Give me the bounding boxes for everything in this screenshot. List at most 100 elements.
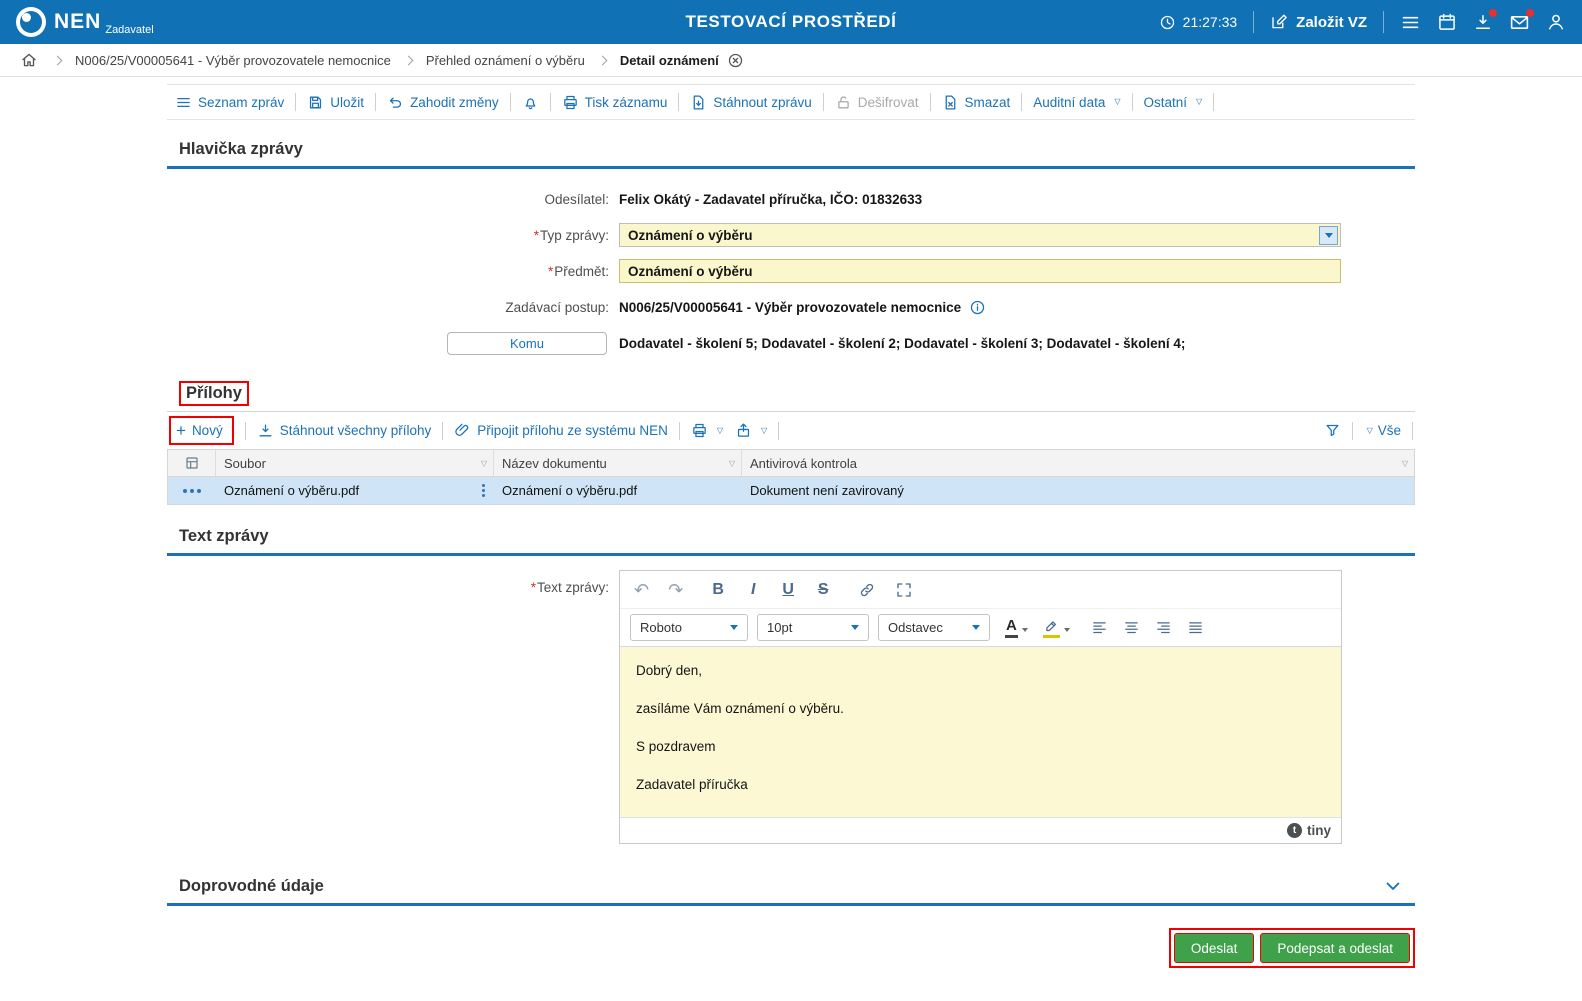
seznam-zprav-button[interactable]: Seznam zpráv	[175, 94, 284, 111]
close-tab-button[interactable]	[727, 52, 744, 69]
printer-icon	[562, 94, 579, 111]
dropdown-triangle-icon: ▽	[761, 425, 768, 435]
align-right-icon[interactable]	[1155, 619, 1172, 636]
column-filter-icon[interactable]: ▽	[481, 459, 487, 468]
toolbar-separator	[678, 421, 680, 440]
typ-zpravy-select[interactable]: Oznámení o výběru	[619, 223, 1341, 247]
breadcrumb-item-procedure[interactable]: N006/25/V00005641 - Výběr provozovatele …	[75, 53, 391, 68]
attachments-table-header: Soubor ▽ Název dokumentu ▽ Antivirová kont…	[168, 450, 1414, 477]
printer-icon	[691, 422, 708, 439]
filter-button[interactable]	[1324, 422, 1341, 439]
predmet-input[interactable]: Oznámení o výběru	[619, 259, 1341, 283]
underline-button[interactable]: U	[780, 581, 796, 599]
header-cell-antivir[interactable]: Antivirová kontrola ▽	[742, 450, 1414, 476]
editor-toolbar-row1: ↶ ↷ B I U S	[620, 571, 1341, 608]
smazat-button[interactable]: Smazat	[942, 94, 1010, 111]
vse-filter-select[interactable]: ▽ Vše	[1364, 423, 1401, 438]
info-button[interactable]	[969, 299, 986, 316]
message-line: zasíláme Vám oznámení o výběru.	[636, 701, 844, 716]
toolbar-separator	[244, 421, 246, 440]
zahodit-zmeny-button[interactable]: Zahodit změny	[387, 94, 499, 111]
align-left-icon[interactable]	[1091, 619, 1108, 636]
home-icon	[20, 51, 38, 69]
auditni-data-menu[interactable]: Auditní data ▽	[1033, 95, 1120, 110]
select-dropdown-button[interactable]	[1319, 225, 1338, 245]
section-hlavicka-zpravy: Hlavička zprávy Odesílatel: Felix Okátý …	[167, 134, 1415, 369]
align-center-icon[interactable]	[1123, 619, 1140, 636]
italic-button[interactable]: I	[745, 581, 761, 599]
stahnout-vsechny-prilohy-button[interactable]: Stáhnout všechny přílohy	[257, 422, 431, 439]
hamburger-icon	[1400, 12, 1421, 33]
tisk-zaznamu-button[interactable]: Tisk záznamu	[562, 94, 667, 111]
pripojit-prilohu-button[interactable]: Připojit přílohu ze systému NEN	[454, 422, 668, 439]
text-color-button[interactable]: A	[1005, 617, 1028, 638]
zalozit-vz-button[interactable]: Založit VZ	[1270, 13, 1367, 31]
export-attachments-menu[interactable]: ▽	[735, 422, 767, 439]
footer-actions: Odeslat Podepsat a odeslat	[167, 928, 1415, 968]
strikethrough-button[interactable]: S	[815, 581, 831, 599]
downloads-button[interactable]	[1473, 9, 1497, 32]
align-justify-icon[interactable]	[1187, 619, 1204, 636]
column-resize-handle[interactable]	[482, 484, 486, 497]
toolbar-separator	[822, 93, 824, 111]
ulozit-button[interactable]: Uložit	[307, 94, 364, 111]
attachment-row-selected[interactable]: Oznámení o výběru.pdf Oznámení o výběru.…	[168, 477, 1414, 504]
odeslat-button[interactable]: Odeslat	[1173, 933, 1255, 963]
dropdown-triangle-icon: ▽	[716, 425, 724, 435]
form-row-text-zpravy: *Text zprávy: ↶ ↷ B I U S Roboto 10pt Od…	[167, 570, 1415, 844]
nen-logo-icon[interactable]	[16, 7, 46, 37]
editor-undo-button[interactable]: ↶	[634, 581, 649, 599]
message-line: Dobrý den,	[636, 663, 703, 678]
novy-button[interactable]: + Nový	[176, 422, 223, 439]
highlight-color-button[interactable]	[1042, 617, 1070, 638]
rich-text-editor: ↶ ↷ B I U S Roboto 10pt Odstavec A Dobrý…	[619, 570, 1342, 844]
font-size-select[interactable]: 10pt	[757, 614, 869, 641]
bell-icon	[522, 94, 539, 111]
required-mark: *	[547, 263, 554, 279]
insert-link-button[interactable]	[858, 581, 876, 599]
print-attachments-menu[interactable]: ▽	[691, 422, 723, 439]
header-cell-soubor[interactable]: Soubor ▽	[216, 450, 494, 476]
editor-content-area[interactable]: Dobrý den, zasíláme Vám oznámení o výběr…	[620, 646, 1341, 817]
unlock-icon	[835, 94, 852, 111]
menu-button[interactable]	[1400, 12, 1421, 33]
toolbar-separator	[929, 93, 931, 111]
notifications-button[interactable]	[522, 94, 539, 111]
export-icon	[735, 422, 752, 439]
app-header: NEN Zadavatel TESTOVACÍ PROSTŘEDÍ 21:27:…	[0, 0, 1582, 44]
ostatni-menu[interactable]: Ostatní ▽	[1144, 95, 1203, 110]
expand-section-button[interactable]	[1383, 876, 1403, 896]
komu-button[interactable]: Komu	[447, 331, 607, 355]
toolbar-separator	[375, 93, 377, 111]
person-icon	[1546, 12, 1566, 32]
fullscreen-button[interactable]	[895, 581, 913, 599]
clock-icon	[1159, 14, 1176, 31]
toolbar-separator	[442, 421, 444, 440]
font-family-select[interactable]: Roboto	[630, 614, 748, 641]
column-filter-icon[interactable]: ▽	[1402, 459, 1408, 468]
block-format-select[interactable]: Odstavec	[878, 614, 990, 641]
message-line: S pozdravem	[636, 739, 716, 754]
required-mark: *	[530, 580, 536, 595]
header-cell-nazev[interactable]: Název dokumentu ▽	[494, 450, 742, 476]
record-toolbar: Seznam zpráv Uložit Zahodit změny Tisk z…	[167, 84, 1415, 120]
field-label: Zadávací postup:	[505, 299, 609, 315]
bold-button[interactable]: B	[710, 581, 726, 599]
form-row-typ-zpravy: *Typ zprávy: Oznámení o výběru	[167, 217, 1415, 253]
row-menu-button[interactable]	[168, 477, 216, 504]
cell-antivir: Dokument není zavirovaný	[750, 483, 904, 498]
session-clock: 21:27:33	[1159, 14, 1237, 31]
zadavaci-postup-value: N006/25/V00005641 - Výběr provozovatele …	[619, 299, 962, 315]
dropdown-triangle-icon: ▽	[1196, 97, 1203, 106]
calendar-button[interactable]	[1437, 12, 1457, 32]
podepsat-a-odeslat-button[interactable]: Podepsat a odeslat	[1260, 933, 1410, 963]
home-button[interactable]	[20, 51, 38, 69]
download-document-icon	[690, 94, 707, 111]
column-filter-icon[interactable]: ▽	[729, 459, 735, 468]
breadcrumb-item-overview[interactable]: Přehled oznámení o výběru	[426, 53, 585, 68]
messages-button[interactable]	[1509, 8, 1534, 33]
editor-redo-button[interactable]: ↷	[668, 581, 683, 599]
stahnout-zpravu-button[interactable]: Stáhnout zprávu	[690, 94, 812, 111]
profile-button[interactable]	[1546, 12, 1566, 32]
field-label: Odesílatel:	[544, 191, 609, 207]
